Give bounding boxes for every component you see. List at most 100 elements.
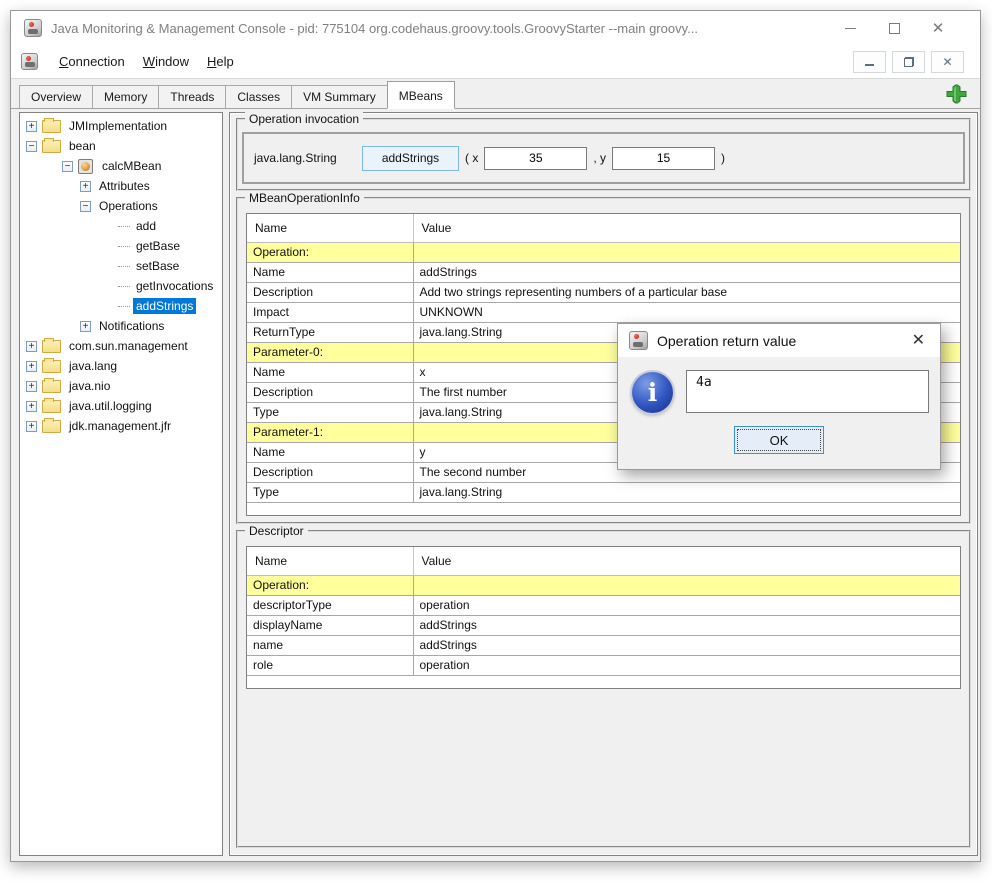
collapse-icon[interactable]: − xyxy=(62,161,73,172)
cell-value xyxy=(413,575,960,595)
tree-item-add[interactable]: add xyxy=(20,216,222,236)
tree-item-label: java.nio xyxy=(66,378,113,394)
tree-item-label: getInvocations xyxy=(133,278,216,294)
param-x-input[interactable] xyxy=(484,147,587,170)
cell-name: Operation: xyxy=(247,575,413,595)
tree-item-jdk-management-jfr[interactable]: + jdk.management.jfr xyxy=(20,416,222,436)
cell-value: operation xyxy=(413,655,960,675)
expand-icon[interactable]: + xyxy=(26,361,37,372)
column-header-name[interactable]: Name xyxy=(247,547,413,575)
ok-button[interactable]: OK xyxy=(734,426,824,454)
cell-name: Name xyxy=(247,362,413,382)
param-y-input[interactable] xyxy=(612,147,715,170)
cell-name: Type xyxy=(247,482,413,502)
mbean-icon xyxy=(78,159,93,174)
tree-item-java-lang[interactable]: + java.lang xyxy=(20,356,222,376)
cell-name: name xyxy=(247,635,413,655)
cell-name: Parameter-1: xyxy=(247,422,413,442)
tree-item-bean[interactable]: −bean xyxy=(20,136,222,156)
expand-icon[interactable]: + xyxy=(26,401,37,412)
tree-item-setbase[interactable]: setBase xyxy=(20,256,222,276)
window-controls: ✕ xyxy=(828,13,960,43)
cell-name: Operation: xyxy=(247,242,413,262)
group-title: MBeanOperationInfo xyxy=(245,191,364,205)
tree-item-notifications[interactable]: +Notifications xyxy=(20,316,222,336)
table-row[interactable]: Operation: xyxy=(247,242,960,262)
folder-icon xyxy=(42,120,61,133)
frame-minimize-icon[interactable] xyxy=(853,51,886,73)
operation-return-value-dialog: Operation return value ✕ i 4a OK xyxy=(617,323,941,470)
dialog-close-icon[interactable]: ✕ xyxy=(908,331,929,351)
tree-item-label: jdk.management.jfr xyxy=(66,418,174,434)
addstrings-invoke-button[interactable]: addStrings xyxy=(362,146,459,171)
tree-item-label: add xyxy=(133,218,159,234)
tab-memory[interactable]: Memory xyxy=(92,85,159,108)
column-header-value[interactable]: Value xyxy=(413,547,960,575)
table-row[interactable]: ImpactUNKNOWN xyxy=(247,302,960,322)
tab-classes[interactable]: Classes xyxy=(225,85,292,108)
tree-item-jmimplementation[interactable]: + JMImplementation xyxy=(20,116,222,136)
expand-icon[interactable]: + xyxy=(26,421,37,432)
tree-item-label: calcMBean xyxy=(99,158,164,174)
menu-bar: ConnectionWindowHelp ✕ xyxy=(11,45,980,79)
menu-help[interactable]: Help xyxy=(198,50,243,73)
collapse-icon[interactable]: − xyxy=(26,141,37,152)
menu-connection[interactable]: Connection xyxy=(50,50,134,73)
column-header-value[interactable]: Value xyxy=(413,214,960,242)
cell-name: Type xyxy=(247,402,413,422)
cell-name: Name xyxy=(247,442,413,462)
tab-mbeans[interactable]: MBeans xyxy=(387,81,455,109)
column-header-name[interactable]: Name xyxy=(247,214,413,242)
cell-name: descriptorType xyxy=(247,595,413,615)
tab-threads[interactable]: Threads xyxy=(158,85,226,108)
table-row[interactable]: DescriptionAdd two strings representing … xyxy=(247,282,960,302)
return-value-field[interactable]: 4a xyxy=(686,370,929,413)
tree-item-getbase[interactable]: getBase xyxy=(20,236,222,256)
folder-icon xyxy=(42,340,61,353)
table-row[interactable]: Typejava.lang.String xyxy=(247,482,960,502)
expand-icon[interactable]: + xyxy=(80,321,91,332)
expand-icon[interactable]: + xyxy=(26,381,37,392)
tree-item-addstrings[interactable]: addStrings xyxy=(20,296,222,316)
tree-item-calcmbean[interactable]: − calcMBean xyxy=(20,156,222,176)
frame-restore-icon[interactable] xyxy=(892,51,925,73)
table-row[interactable]: nameaddStrings xyxy=(247,635,960,655)
table-row[interactable]: descriptorTypeoperation xyxy=(247,595,960,615)
expand-icon[interactable]: + xyxy=(26,121,37,132)
tree-item-com-sun-management[interactable]: +com.sun.management xyxy=(20,336,222,356)
tree-item-label: Attributes xyxy=(96,178,153,194)
expand-icon[interactable]: + xyxy=(80,181,91,192)
table-row[interactable]: NameaddStrings xyxy=(247,262,960,282)
cell-name: Description xyxy=(247,462,413,482)
tree-item-label: java.lang xyxy=(66,358,120,374)
tab-vm-summary[interactable]: VM Summary xyxy=(291,85,388,108)
minimize-icon[interactable] xyxy=(828,13,872,43)
tree-item-label: java.util.logging xyxy=(66,398,155,414)
collapse-icon[interactable]: − xyxy=(80,201,91,212)
tree-item-getinvocations[interactable]: getInvocations xyxy=(20,276,222,296)
cell-name: Description xyxy=(247,382,413,402)
tree-connector xyxy=(118,226,130,227)
tab-overview[interactable]: Overview xyxy=(19,85,93,108)
close-icon[interactable]: ✕ xyxy=(916,13,960,43)
tree-item-label: JMImplementation xyxy=(66,118,170,134)
table-row[interactable]: Operation: xyxy=(247,575,960,595)
menu-window[interactable]: Window xyxy=(134,50,198,73)
param-sep-label: , y xyxy=(593,151,606,165)
table-row[interactable]: roleoperation xyxy=(247,655,960,675)
table-row[interactable]: displayNameaddStrings xyxy=(247,615,960,635)
folder-icon xyxy=(42,140,61,153)
connected-plug-icon xyxy=(946,84,967,104)
window-title: Java Monitoring & Management Console - p… xyxy=(51,21,828,36)
tree-item-attributes[interactable]: + Attributes xyxy=(20,176,222,196)
tree-item-java-nio[interactable]: + java.nio xyxy=(20,376,222,396)
tree-item-operations[interactable]: −Operations xyxy=(20,196,222,216)
param-open-label: ( x xyxy=(465,151,478,165)
frame-close-icon[interactable]: ✕ xyxy=(931,51,964,73)
menu-bar-items: ConnectionWindowHelp xyxy=(50,50,243,73)
maximize-icon[interactable] xyxy=(872,13,916,43)
tree-item-java-util-logging[interactable]: + java.util.logging xyxy=(20,396,222,416)
cell-name: role xyxy=(247,655,413,675)
folder-icon xyxy=(42,380,61,393)
expand-icon[interactable]: + xyxy=(26,341,37,352)
